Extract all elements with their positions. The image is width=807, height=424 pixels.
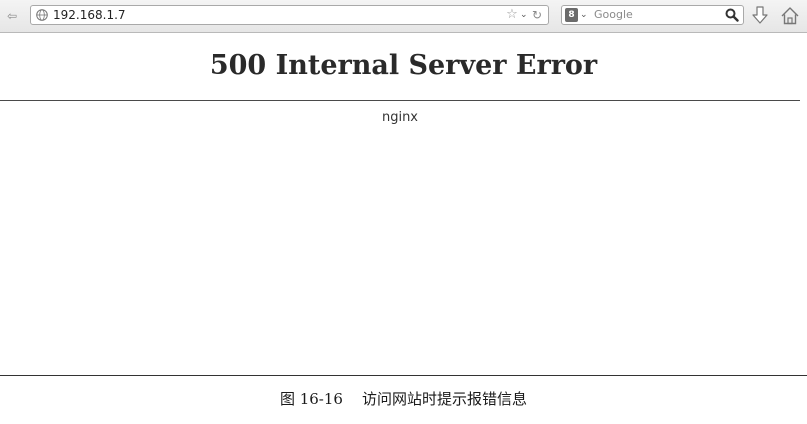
search-engine-dropdown-icon[interactable]: ⌄ bbox=[580, 8, 588, 22]
download-icon[interactable] bbox=[751, 6, 769, 26]
browser-toolbar: ⇦ 192.168.1.7 ☆ ⌄ ↻ 8 ⌄ Google bbox=[0, 0, 807, 33]
search-input[interactable]: Google bbox=[594, 6, 633, 24]
bookmark-star-icon[interactable]: ☆ bbox=[504, 7, 520, 23]
caption-divider bbox=[0, 375, 807, 376]
history-dropdown-icon[interactable]: ⌄ bbox=[520, 8, 528, 22]
globe-icon bbox=[36, 9, 48, 21]
search-bar[interactable]: 8 ⌄ Google bbox=[561, 5, 744, 25]
server-name: nginx bbox=[381, 110, 419, 125]
divider bbox=[0, 100, 800, 101]
search-icon[interactable] bbox=[725, 8, 739, 22]
page-title: 500 Internal Server Error bbox=[209, 50, 598, 81]
url-text[interactable]: 192.168.1.7 bbox=[53, 6, 126, 24]
home-icon[interactable] bbox=[780, 6, 800, 26]
back-icon[interactable]: ⇦ bbox=[0, 7, 24, 25]
search-engine-icon[interactable]: 8 bbox=[565, 8, 578, 22]
reload-icon[interactable]: ↻ bbox=[530, 7, 544, 23]
figure-caption: 图 16-16 访问网站时提示报错信息 bbox=[279, 390, 528, 408]
url-bar[interactable]: 192.168.1.7 ☆ ⌄ ↻ bbox=[30, 5, 549, 25]
